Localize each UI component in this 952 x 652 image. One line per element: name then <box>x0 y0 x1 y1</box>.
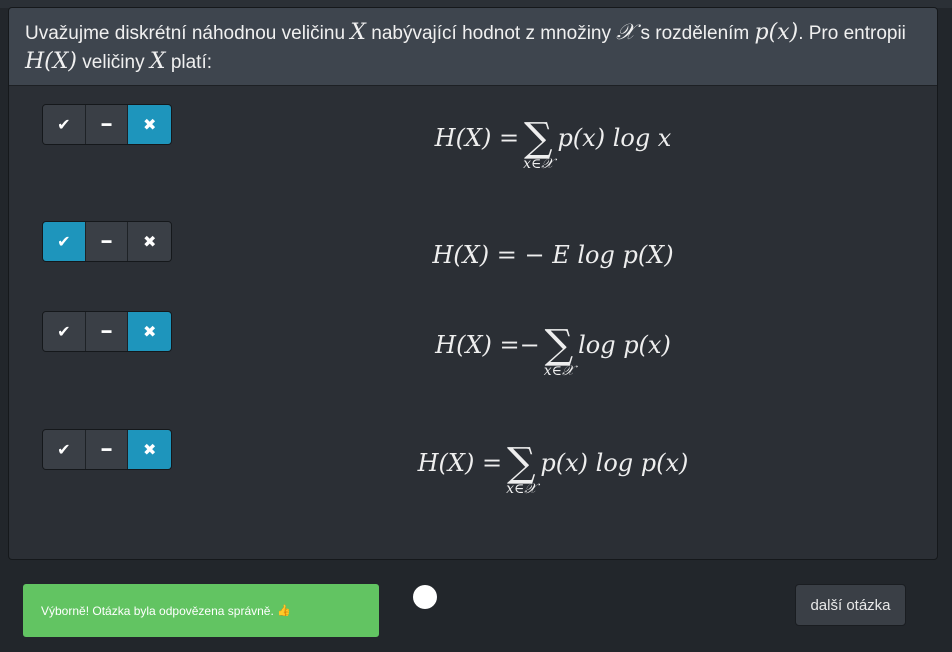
math-var-x: X <box>350 20 366 45</box>
formula-body: p(x) log p(x) <box>540 449 689 477</box>
answer-toggle-group: ✔ ━ ✖ <box>42 429 172 470</box>
success-alert: Výborně! Otázka byla odpovězena správně.… <box>23 584 379 637</box>
answer-toggle-group: ✔ ━ ✖ <box>42 104 172 145</box>
formula-lhs: H(X) = <box>435 331 520 359</box>
answer-formula: H(X) = − E log p(X) <box>169 235 937 275</box>
sum-symbol: ∑ x∈𝒳 <box>523 118 553 172</box>
question-text-part: Uvažujme diskrétní náhodnou veličinu <box>25 23 351 44</box>
next-question-button[interactable]: další otázka <box>795 584 906 626</box>
question-text-part: nabývající hodnot z množiny <box>365 23 617 44</box>
answer-toggle-group: ✔ ━ ✖ <box>42 221 172 262</box>
math-px: p(x) <box>754 20 799 45</box>
thumbs-up-icon: 👍 <box>277 605 291 617</box>
sum-sign: ∑ <box>544 322 574 368</box>
question-panel: Uvažujme diskrétní náhodnou veličinu X n… <box>8 7 938 560</box>
sum-subscript: x∈𝒳 <box>506 481 537 497</box>
minus-icon: ━ <box>101 116 112 134</box>
mark-false-button[interactable]: ✖ <box>128 222 171 261</box>
math-var-x: X <box>149 49 166 74</box>
cross-icon: ✖ <box>142 441 157 459</box>
sum-sign: ∑ <box>524 115 553 161</box>
minus-icon: ━ <box>101 233 112 251</box>
sum-sign: ∑ <box>506 440 536 486</box>
sum-symbol: ∑ x∈𝒳 <box>506 443 536 497</box>
check-icon: ✔ <box>57 116 71 134</box>
check-icon: ✔ <box>57 323 71 341</box>
minus-icon: ━ <box>101 441 112 459</box>
cross-icon: ✖ <box>142 233 157 251</box>
sum-subscript: x∈𝒳 <box>523 156 554 172</box>
mark-true-button[interactable]: ✔ <box>43 430 86 469</box>
math-set: 𝒳 <box>616 20 636 45</box>
formula-lhs: H(X) = <box>417 449 503 477</box>
sum-subscript: x∈𝒳 <box>543 363 575 379</box>
mark-neutral-button[interactable]: ━ <box>85 105 129 144</box>
mark-false-button[interactable]: ✖ <box>128 430 171 469</box>
question-text-part: s rozdělením <box>635 23 755 44</box>
question-text-part: . Pro entropii <box>798 23 906 44</box>
mark-false-button[interactable]: ✖ <box>128 105 171 144</box>
mark-neutral-button[interactable]: ━ <box>85 312 129 351</box>
question-text: Uvažujme diskrétní náhodnou veličinu X n… <box>9 8 937 86</box>
cross-icon: ✖ <box>142 116 157 134</box>
status-dot <box>413 585 437 609</box>
formula-body: p(x) log x <box>557 124 672 152</box>
cross-icon: ✖ <box>142 323 157 341</box>
mark-neutral-button[interactable]: ━ <box>85 222 129 261</box>
mark-neutral-button[interactable]: ━ <box>85 430 129 469</box>
math-hx: H(X) <box>25 49 78 74</box>
question-text-part: platí: <box>165 52 213 73</box>
formula-minus: − <box>519 331 540 359</box>
mark-true-button[interactable]: ✔ <box>43 222 86 261</box>
formula-lhs: H(X) = − E log p(X) <box>432 241 674 269</box>
answer-formula: H(X) = ∑ x∈𝒳 p(x) log x <box>169 118 937 172</box>
answer-toggle-group: ✔ ━ ✖ <box>42 311 172 352</box>
formula-body: log p(x) <box>578 331 671 359</box>
mark-true-button[interactable]: ✔ <box>43 105 86 144</box>
question-text-part: veličiny <box>77 52 150 73</box>
formula-lhs: H(X) = <box>434 124 520 152</box>
minus-icon: ━ <box>101 323 112 341</box>
success-message: Výborně! Otázka byla odpovězena správně. <box>41 603 274 618</box>
answer-formula: H(X) = − ∑ x∈𝒳 log p(x) <box>169 325 937 379</box>
mark-false-button[interactable]: ✖ <box>128 312 171 351</box>
sum-symbol: ∑ x∈𝒳 <box>544 325 574 379</box>
check-icon: ✔ <box>57 441 71 459</box>
mark-true-button[interactable]: ✔ <box>43 312 86 351</box>
check-icon: ✔ <box>57 233 71 251</box>
answer-formula: H(X) = ∑ x∈𝒳 p(x) log p(x) <box>169 443 937 497</box>
